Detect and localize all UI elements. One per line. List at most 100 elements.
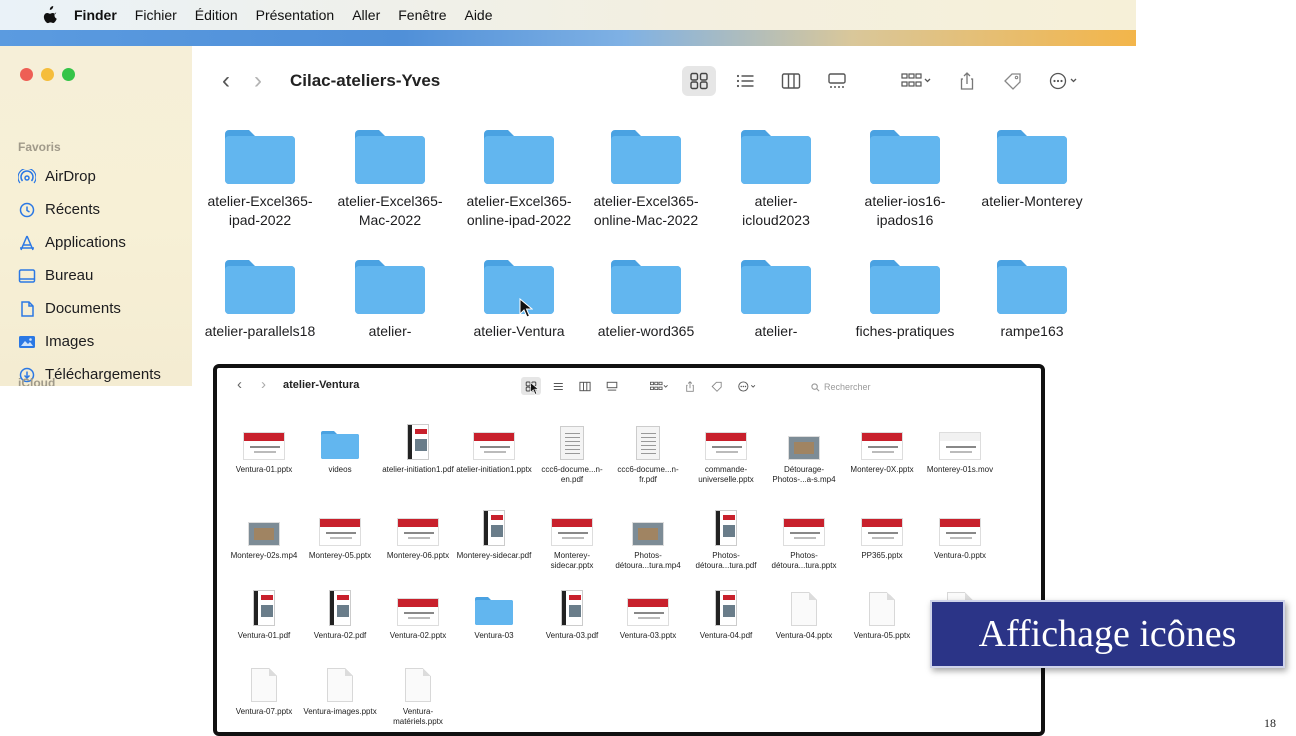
more-actions-button[interactable] — [1042, 66, 1086, 96]
forward-button[interactable]: › — [261, 376, 266, 393]
file-item[interactable]: Photos-détoura...tura.pdf — [687, 502, 765, 571]
folder-icon — [870, 260, 940, 314]
menu-presentation[interactable]: Présentation — [256, 7, 335, 23]
tag-button[interactable] — [996, 66, 1030, 96]
file-item[interactable]: Détourage-Photos-...a-s.mp4 — [765, 416, 843, 485]
column-view-button[interactable] — [575, 377, 595, 395]
list-view-button[interactable] — [728, 66, 762, 96]
tag-button[interactable] — [707, 377, 727, 395]
file-item[interactable]: ccc6-docume...n-fr.pdf — [609, 416, 687, 485]
minimize-button[interactable] — [41, 68, 54, 81]
sidebar-item-airdrop[interactable]: AirDrop — [18, 160, 192, 193]
file-item[interactable]: commande-universelle.pptx — [687, 416, 765, 485]
file-item[interactable]: Ventura-01.pptx — [225, 416, 303, 475]
sidebar-item-recents[interactable]: Récents — [18, 193, 192, 226]
sidebar-item-images[interactable]: Images — [18, 325, 192, 358]
sidebar-item-label: Récents — [45, 201, 101, 218]
menu-fichier[interactable]: Fichier — [135, 7, 177, 23]
file-item[interactable]: atelier-initiation1.pptx — [455, 416, 533, 475]
gallery-view-button[interactable] — [820, 66, 854, 96]
column-view-button[interactable] — [774, 66, 808, 96]
apple-icon[interactable] — [42, 6, 58, 24]
group-button[interactable] — [645, 377, 673, 395]
file-item[interactable]: Monterey-01s.mov — [921, 416, 999, 475]
file-item[interactable]: Ventura-03 — [455, 582, 533, 641]
menu-aller[interactable]: Aller — [352, 7, 380, 23]
file-item[interactable]: Ventura-01.pdf — [225, 582, 303, 641]
back-button[interactable]: ‹ — [212, 67, 240, 95]
back-button[interactable]: ‹ — [237, 376, 242, 393]
sidebar-item-documents[interactable]: Documents — [18, 292, 192, 325]
folder-item[interactable]: atelier-parallels18 — [195, 256, 325, 341]
menu-edition[interactable]: Édition — [195, 7, 238, 23]
folder-item[interactable]: atelier-Excel365- online-Mac-2022 — [581, 126, 711, 230]
file-item[interactable]: Ventura-05.pptx — [843, 582, 921, 641]
file-item[interactable]: atelier-initiation1.pdf — [379, 416, 457, 475]
file-thumbnail — [455, 502, 533, 546]
folder-item[interactable]: atelier-ios16- ipados16 — [840, 126, 970, 230]
file-label: Monterey-01s.mov — [926, 465, 994, 474]
pptx-thumbnail-icon — [861, 432, 903, 460]
icon-view-button[interactable] — [682, 66, 716, 96]
file-item[interactable]: Monterey-sidecar.pdf — [455, 502, 533, 561]
file-item[interactable]: Monterey-0X.pptx — [843, 416, 921, 475]
file-item[interactable]: Ventura-03.pptx — [609, 582, 687, 641]
file-item[interactable]: Photos-détoura...tura.pptx — [765, 502, 843, 571]
file-item[interactable]: Monterey-06.pptx — [379, 502, 457, 561]
file-item[interactable]: Ventura-04.pdf — [687, 582, 765, 641]
file-item[interactable]: videos — [301, 416, 379, 475]
folder-item[interactable]: atelier-Excel365- Mac-2022 — [325, 126, 455, 230]
file-item[interactable]: Ventura-0.pptx — [921, 502, 999, 561]
gallery-view-button[interactable] — [602, 377, 622, 395]
menu-finder[interactable]: Finder — [74, 7, 117, 23]
file-label: Détourage-Photos-...a-s.mp4 — [772, 465, 836, 484]
zoom-button[interactable] — [62, 68, 75, 81]
folder-item[interactable]: atelier-icloud2023 — [711, 126, 841, 230]
file-item[interactable]: Photos-détoura...tura.mp4 — [609, 502, 687, 571]
share-button[interactable] — [950, 66, 984, 96]
file-item[interactable]: Ventura-07.pptx — [225, 658, 303, 717]
airdrop-icon — [18, 168, 36, 183]
folder-item[interactable]: atelier-Excel365- ipad-2022 — [195, 126, 325, 230]
folder-item[interactable]: atelier-Monterey — [967, 126, 1097, 211]
pptx-thumbnail-icon — [473, 432, 515, 460]
folder-item[interactable]: atelier- — [325, 256, 455, 341]
file-thumbnail — [533, 582, 611, 626]
document-icon — [21, 300, 34, 317]
file-item[interactable]: Ventura-04.pptx — [765, 582, 843, 641]
file-item[interactable]: Monterey-sidecar.pptx — [533, 502, 611, 571]
menu-aide[interactable]: Aide — [464, 7, 492, 23]
folder-icon — [997, 260, 1067, 314]
folder-label: atelier-word365 — [581, 322, 711, 341]
file-label: Ventura-03.pdf — [545, 631, 599, 640]
folder-item[interactable]: fiches-pratiques — [840, 256, 970, 341]
menu-fenetre[interactable]: Fenêtre — [398, 7, 446, 23]
search-field[interactable]: Rechercher — [811, 379, 941, 395]
file-item[interactable]: Ventura-matériels.pptx — [379, 658, 457, 727]
file-item[interactable]: Ventura-02.pptx — [379, 582, 457, 641]
sidebar-item-bureau[interactable]: Bureau — [18, 259, 192, 292]
file-item[interactable]: Monterey-05.pptx — [301, 502, 379, 561]
close-button[interactable] — [20, 68, 33, 81]
folder-item[interactable]: atelier-word365 — [581, 256, 711, 341]
file-item[interactable]: ccc6-docume...n-en.pdf — [533, 416, 611, 485]
more-actions-button[interactable] — [734, 377, 760, 395]
folder-item[interactable]: atelier- — [711, 256, 841, 341]
forward-button[interactable]: › — [244, 67, 272, 95]
folder-icon — [611, 130, 681, 184]
folder-item[interactable]: atelier-Excel365- online-ipad-2022 — [454, 126, 584, 230]
group-button[interactable] — [894, 66, 938, 96]
share-button[interactable] — [680, 377, 700, 395]
file-item[interactable]: Ventura-03.pdf — [533, 582, 611, 641]
file-item[interactable]: PP365.pptx — [843, 502, 921, 561]
file-label: Ventura-04.pdf — [699, 631, 753, 640]
file-item[interactable]: Ventura-02.pdf — [301, 582, 379, 641]
sidebar-item-applications[interactable]: Applications — [18, 226, 192, 259]
list-view-button[interactable] — [548, 377, 568, 395]
folder-label-line1: atelier-parallels18 — [204, 323, 316, 339]
file-item[interactable]: Ventura-images.pptx — [301, 658, 379, 717]
folder-item[interactable]: rampe163 — [967, 256, 1097, 341]
file-thumbnail — [921, 416, 999, 460]
sidebar-item-label: Téléchargements — [45, 366, 161, 383]
file-item[interactable]: Monterey-02s.mp4 — [225, 502, 303, 561]
